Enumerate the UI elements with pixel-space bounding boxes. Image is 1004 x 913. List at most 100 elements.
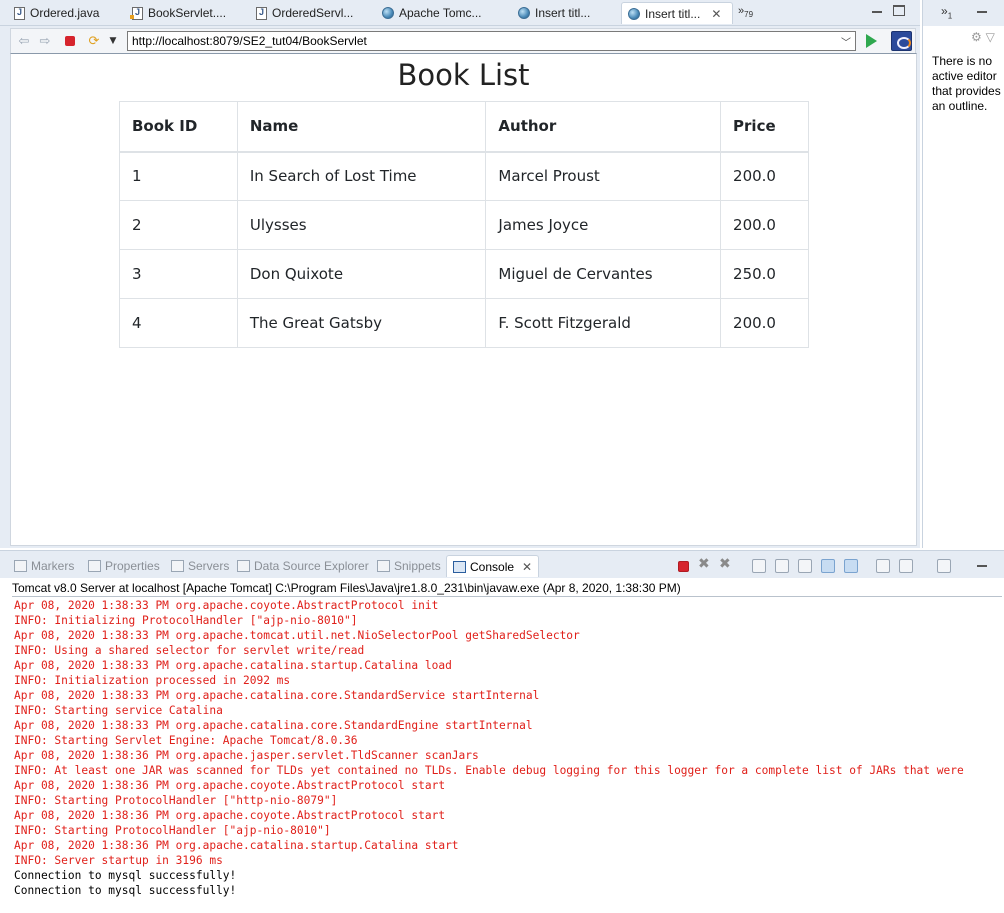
forward-icon[interactable]: ⇨ bbox=[37, 33, 53, 49]
console-line: INFO: At least one JAR was scanned for T… bbox=[14, 764, 964, 777]
tab-bookservlet[interactable]: BookServlet.... bbox=[126, 2, 240, 24]
tab-orderedservlet[interactable]: OrderedServl... bbox=[250, 2, 368, 24]
console-icon bbox=[453, 560, 466, 573]
maximize-icon[interactable] bbox=[893, 5, 905, 16]
book-id-cell: 2 bbox=[119, 200, 238, 250]
console-line: Connection to mysql successfully! bbox=[14, 869, 237, 882]
terminate-icon[interactable] bbox=[678, 561, 689, 572]
minimize-icon[interactable] bbox=[975, 5, 989, 17]
web-page-view: Book List Book ID Name Author Price 1 In… bbox=[10, 53, 917, 546]
console-line: INFO: Starting ProtocolHandler ["ajp-nio… bbox=[14, 824, 331, 837]
tab-ordered-java[interactable]: Ordered.java bbox=[8, 2, 114, 24]
tab-label: Markers bbox=[31, 559, 75, 573]
word-wrap-icon[interactable] bbox=[798, 559, 812, 573]
tab-console[interactable]: Console ✕ bbox=[446, 555, 540, 577]
console-line: INFO: Server startup in 3196 ms bbox=[14, 854, 223, 867]
tab-label: Servers bbox=[188, 559, 230, 573]
tab-insert-title-active[interactable]: Insert titl... ✕ bbox=[621, 2, 733, 24]
table-row: 2 Ulysses James Joyce 200.0 bbox=[119, 200, 809, 250]
tab-properties[interactable]: Properties bbox=[88, 555, 160, 577]
tab-snippets[interactable]: Snippets bbox=[377, 555, 441, 577]
servers-icon bbox=[171, 560, 184, 572]
open-console-icon[interactable] bbox=[937, 559, 951, 573]
outline-toolbar-icon[interactable]: ⚙ ▽ bbox=[971, 30, 995, 44]
tab-label: Apache Tomc... bbox=[399, 6, 482, 20]
markers-icon bbox=[14, 560, 27, 572]
open-external-browser-icon[interactable] bbox=[891, 31, 912, 51]
console-line: Apr 08, 2020 1:38:33 PM org.apache.tomca… bbox=[14, 629, 580, 642]
table-header-row: Book ID Name Author Price bbox=[119, 101, 809, 153]
stop-icon[interactable] bbox=[62, 33, 78, 49]
book-author-cell: Miguel de Cervantes bbox=[485, 249, 722, 299]
tab-label: Properties bbox=[105, 559, 160, 573]
chevron-down-icon[interactable]: ﹀ bbox=[837, 32, 855, 50]
book-id-cell: 1 bbox=[119, 151, 238, 201]
editor-area: Ordered.java BookServlet.... OrderedServ… bbox=[0, 0, 920, 548]
minimize-icon[interactable] bbox=[870, 5, 884, 17]
remove-launch-icon[interactable]: ✖ bbox=[698, 556, 712, 572]
tab-apache-tomcat[interactable]: Apache Tomc... bbox=[376, 2, 506, 24]
table-row: 1 In Search of Lost Time Marcel Proust 2… bbox=[119, 151, 809, 201]
tab-label: BookServlet.... bbox=[148, 6, 227, 20]
console-line: Apr 08, 2020 1:38:36 PM org.apache.coyot… bbox=[14, 809, 446, 822]
snippets-icon bbox=[377, 560, 390, 572]
console-line: INFO: Starting Servlet Engine: Apache To… bbox=[14, 734, 358, 747]
show-on-stdout-icon[interactable] bbox=[821, 559, 835, 573]
minimize-icon[interactable] bbox=[975, 559, 989, 571]
book-author-cell: F. Scott Fitzgerald bbox=[485, 298, 722, 348]
console-line: INFO: Initialization processed in 2092 m… bbox=[14, 674, 291, 687]
close-icon[interactable]: ✕ bbox=[711, 7, 721, 21]
editor-tab-bar: Ordered.java BookServlet.... OrderedServ… bbox=[0, 0, 920, 26]
outline-view: »1 ⚙ ▽ There is no active editor that pr… bbox=[922, 0, 1004, 548]
java-file-icon bbox=[256, 6, 267, 20]
go-icon[interactable] bbox=[866, 34, 877, 48]
tab-label: OrderedServl... bbox=[272, 6, 354, 20]
refresh-icon[interactable]: ⟳ bbox=[86, 33, 102, 49]
pin-console-icon[interactable] bbox=[876, 559, 890, 573]
book-name-cell: Ulysses bbox=[236, 200, 487, 250]
console-line: Apr 08, 2020 1:38:36 PM org.apache.catal… bbox=[14, 839, 459, 852]
clear-console-icon[interactable] bbox=[752, 559, 766, 573]
console-line: INFO: Starting service Catalina bbox=[14, 704, 223, 717]
more-tabs-button[interactable]: »79 bbox=[738, 5, 753, 19]
tab-markers[interactable]: Markers bbox=[14, 555, 74, 577]
console-line: Apr 08, 2020 1:38:33 PM org.apache.catal… bbox=[14, 719, 533, 732]
chevron-down-icon[interactable]: ▼ bbox=[105, 33, 121, 49]
book-price-cell: 200.0 bbox=[720, 151, 809, 201]
book-id-cell: 3 bbox=[119, 249, 238, 299]
url-input[interactable]: http://localhost:8079/SE2_tut04/BookServ… bbox=[127, 31, 856, 51]
console-line: Apr 08, 2020 1:38:36 PM org.apache.jaspe… bbox=[14, 749, 479, 762]
back-icon[interactable]: ⇦ bbox=[16, 33, 32, 49]
scroll-lock-icon[interactable] bbox=[775, 559, 789, 573]
chevron-icon: » bbox=[941, 4, 948, 18]
java-file-icon bbox=[130, 6, 143, 20]
page-title: Book List bbox=[397, 58, 530, 92]
console-line: Apr 08, 2020 1:38:33 PM org.apache.catal… bbox=[14, 659, 452, 672]
console-line: INFO: Using a shared selector for servle… bbox=[14, 644, 365, 657]
globe-icon bbox=[382, 7, 394, 19]
remove-all-terminated-icon[interactable]: ✖ bbox=[719, 556, 733, 572]
tab-label: Insert titl... bbox=[535, 6, 591, 20]
close-icon[interactable]: ✕ bbox=[522, 560, 532, 574]
more-views-button[interactable]: »1 bbox=[941, 4, 952, 20]
book-author-cell: Marcel Proust bbox=[485, 151, 722, 201]
tab-label: Snippets bbox=[394, 559, 441, 573]
book-name-cell: Don Quixote bbox=[236, 249, 487, 299]
column-header: Price bbox=[720, 101, 809, 153]
globe-icon bbox=[518, 7, 530, 19]
tab-data-source-explorer[interactable]: Data Source Explorer bbox=[237, 555, 369, 577]
tab-insert-title-1[interactable]: Insert titl... bbox=[512, 2, 616, 24]
display-console-icon[interactable] bbox=[899, 559, 913, 573]
book-table: Book ID Name Author Price 1 In Search of… bbox=[119, 101, 809, 348]
console-output[interactable]: Apr 08, 2020 1:38:33 PM org.apache.coyot… bbox=[14, 598, 1004, 898]
hidden-view-count: 1 bbox=[947, 11, 953, 21]
tab-label: Ordered.java bbox=[30, 6, 100, 20]
browser-toolbar: ⇦ ⇨ ⟳ ▼ http://localhost:8079/SE2_tut04/… bbox=[10, 28, 916, 53]
outline-empty-message: There is no active editor that provides … bbox=[932, 54, 1001, 113]
show-on-stderr-icon[interactable] bbox=[844, 559, 858, 573]
book-author-cell: James Joyce bbox=[485, 200, 722, 250]
column-header: Author bbox=[485, 101, 722, 153]
tab-servers[interactable]: Servers bbox=[171, 555, 229, 577]
book-name-cell: The Great Gatsby bbox=[236, 298, 487, 348]
java-file-icon bbox=[14, 6, 25, 20]
